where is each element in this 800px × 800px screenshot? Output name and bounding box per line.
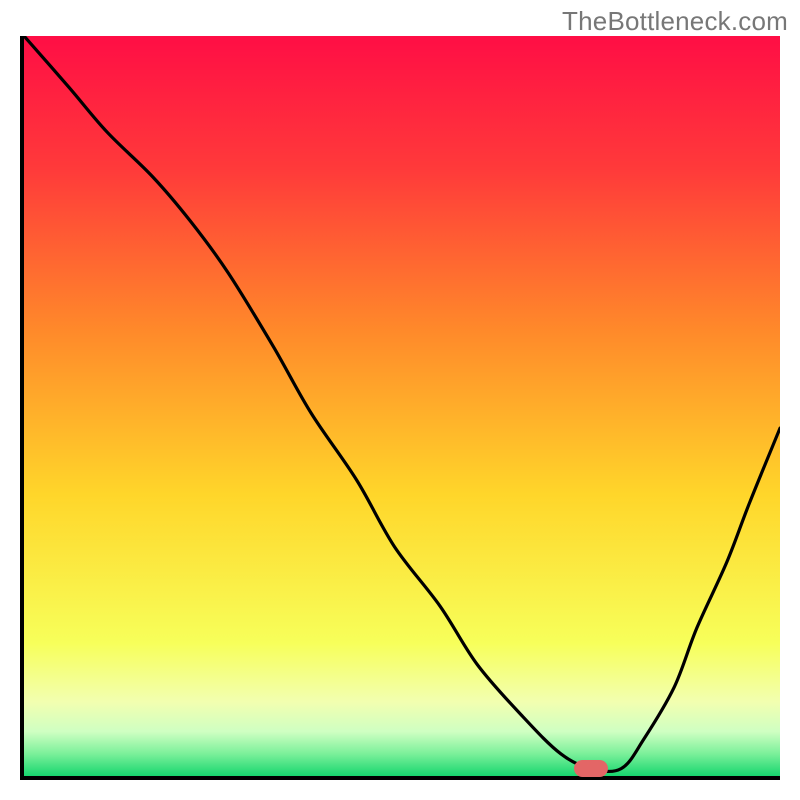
bottleneck-curve: [24, 36, 780, 776]
chart-frame: TheBottleneck.com: [0, 0, 800, 800]
plot-area: [20, 36, 780, 780]
watermark-text: TheBottleneck.com: [562, 6, 788, 37]
minimum-marker: [574, 760, 608, 776]
